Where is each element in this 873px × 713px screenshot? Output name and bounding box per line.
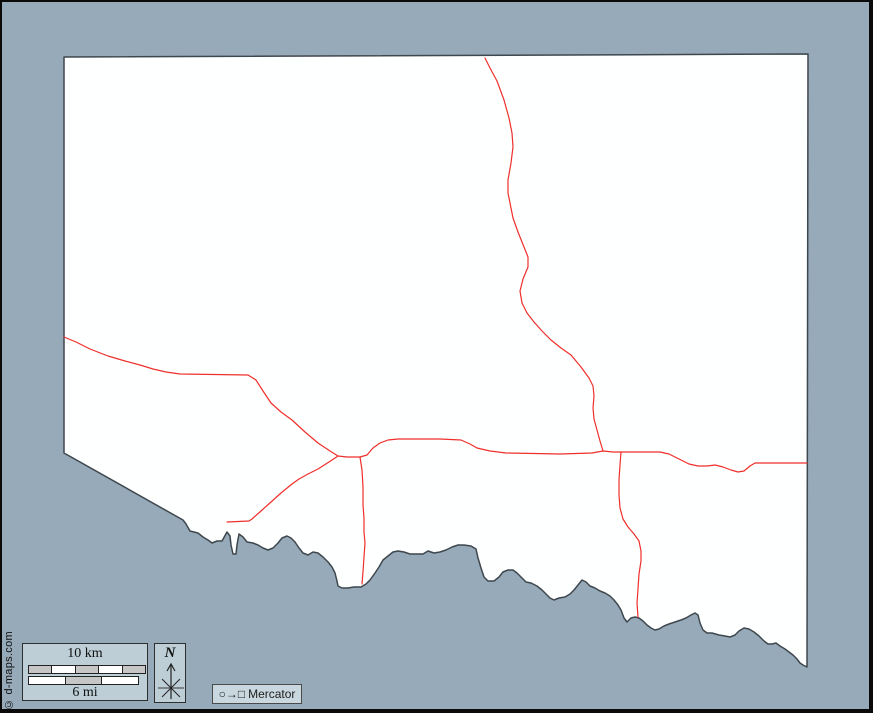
scale-mi-bar xyxy=(28,676,139,685)
compass-rose-icon xyxy=(155,661,187,703)
map-canvas xyxy=(0,0,873,713)
scale-km-label: 10 km xyxy=(23,646,147,662)
map-region-outline xyxy=(64,54,808,667)
compass-panel: N xyxy=(154,643,186,703)
scale-km-segment xyxy=(51,666,74,673)
scale-mi-segment xyxy=(65,677,102,684)
scale-mi-segment xyxy=(29,677,65,684)
scale-km-bar xyxy=(28,665,146,674)
scale-km-segment xyxy=(122,666,145,673)
projection-panel: ○→□ Mercator xyxy=(212,684,302,704)
copyright-text: © d-maps.com xyxy=(3,631,15,710)
scale-mi-label: 6 mi xyxy=(23,685,147,701)
projection-label: Mercator xyxy=(248,687,295,701)
compass-north-label: N xyxy=(155,645,185,662)
map-frame: 10 km 6 mi N ○→□ Mercator © d-maps.com xyxy=(0,0,873,713)
scale-km-segment xyxy=(75,666,98,673)
projection-symbols-icon: ○→□ xyxy=(219,687,246,701)
scale-km-segment xyxy=(29,666,51,673)
scale-km-segment xyxy=(98,666,121,673)
copyright-notice: © d-maps.com xyxy=(1,634,17,708)
scale-mi-segment xyxy=(101,677,138,684)
scale-bar-panel: 10 km 6 mi xyxy=(22,643,148,701)
